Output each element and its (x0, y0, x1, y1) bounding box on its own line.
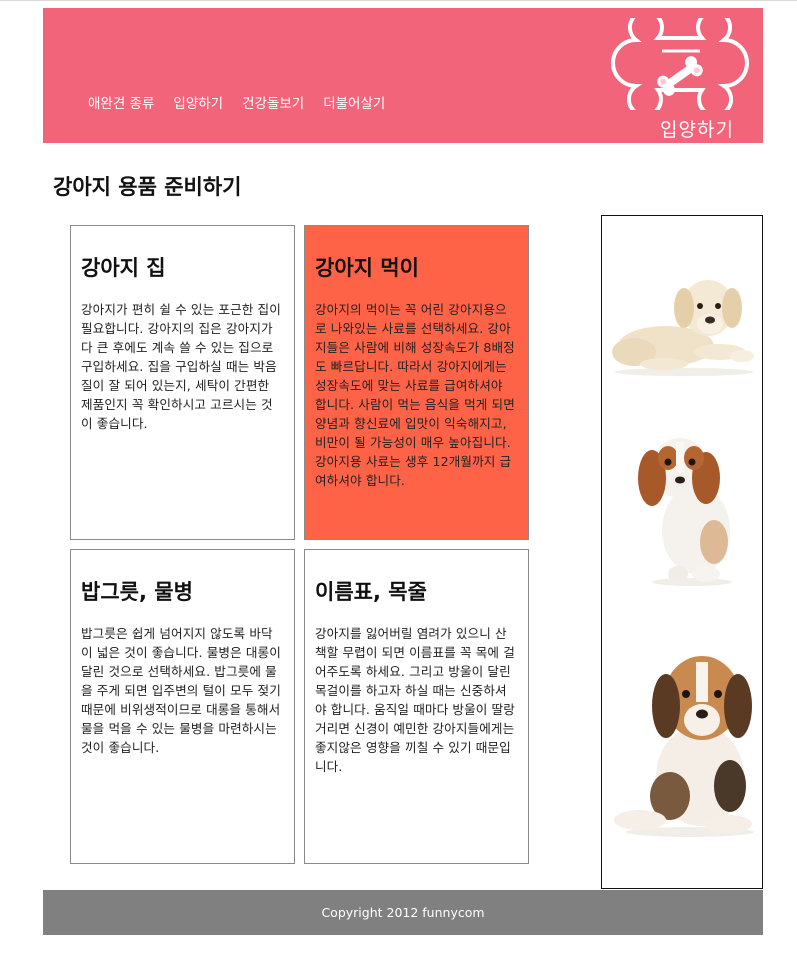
card-title: 이름표, 목줄 (315, 580, 427, 604)
card-body: 강아지를 잃어버릴 염려가 있으니 산책할 무렵이 되면 이름표를 꼭 목에 걸… (315, 626, 515, 774)
card-title: 밥그릇, 물병 (81, 580, 193, 604)
site-footer: Copyright 2012 funnycom (43, 890, 763, 935)
beagle-puppy-image (614, 656, 754, 837)
main-nav: 애완견 종류 입양하기 건강돌보기 더불어살기 (88, 92, 385, 112)
nav-dog-breeds[interactable]: 애완견 종류 (88, 92, 154, 112)
card-bowl-bottle: 밥그릇, 물병 밥그릇은 쉽게 넘어지지 않도록 바닥이 넓은 것이 좋습니다.… (70, 549, 295, 864)
card-dog-food: 강아지 먹이 강아지의 먹이는 꼭 어린 강아지용으로 나와있는 사료를 선택하… (304, 225, 529, 540)
card-body: 강아지가 편히 쉴 수 있는 포근한 집이 필요합니다. 강아지의 집은 강아지… (81, 302, 281, 431)
site-header: 애완견 종류 입양하기 건강돌보기 더불어살기 입양하기 (43, 8, 763, 143)
page: 애완견 종류 입양하기 건강돌보기 더불어살기 입양하기 강아지 용품 준비하기… (0, 0, 797, 956)
page-title: 강아지 용품 준비하기 (53, 175, 242, 199)
bone-logo-icon[interactable] (610, 18, 750, 110)
nav-living-together[interactable]: 더불어살기 (323, 92, 385, 112)
card-title: 강아지 먹이 (315, 256, 419, 280)
card-nametag-leash: 이름표, 목줄 강아지를 잃어버릴 염려가 있으니 산책할 무렵이 되면 이름표… (304, 549, 529, 864)
card-title: 강아지 집 (81, 256, 166, 280)
logo-text: 입양하기 (660, 119, 734, 141)
card-body: 밥그릇은 쉽게 넘어지지 않도록 바닥이 넓은 것이 좋습니다. 물병은 대롱이… (81, 626, 281, 755)
puppy-sidebar (601, 215, 763, 889)
nav-adoption[interactable]: 입양하기 (173, 92, 223, 112)
labrador-puppy-image (612, 280, 754, 376)
top-divider (0, 0, 797, 1)
copyright-text: Copyright 2012 funnycom (321, 905, 485, 920)
cavalier-puppy-image (638, 438, 732, 586)
nav-health-care[interactable]: 건강돌보기 (242, 92, 304, 112)
card-body: 강아지의 먹이는 꼭 어린 강아지용으로 나와있는 사료를 선택하세요. 강아지… (315, 302, 515, 488)
card-dog-house: 강아지 집 강아지가 편히 쉴 수 있는 포근한 집이 필요합니다. 강아지의 … (70, 225, 295, 540)
